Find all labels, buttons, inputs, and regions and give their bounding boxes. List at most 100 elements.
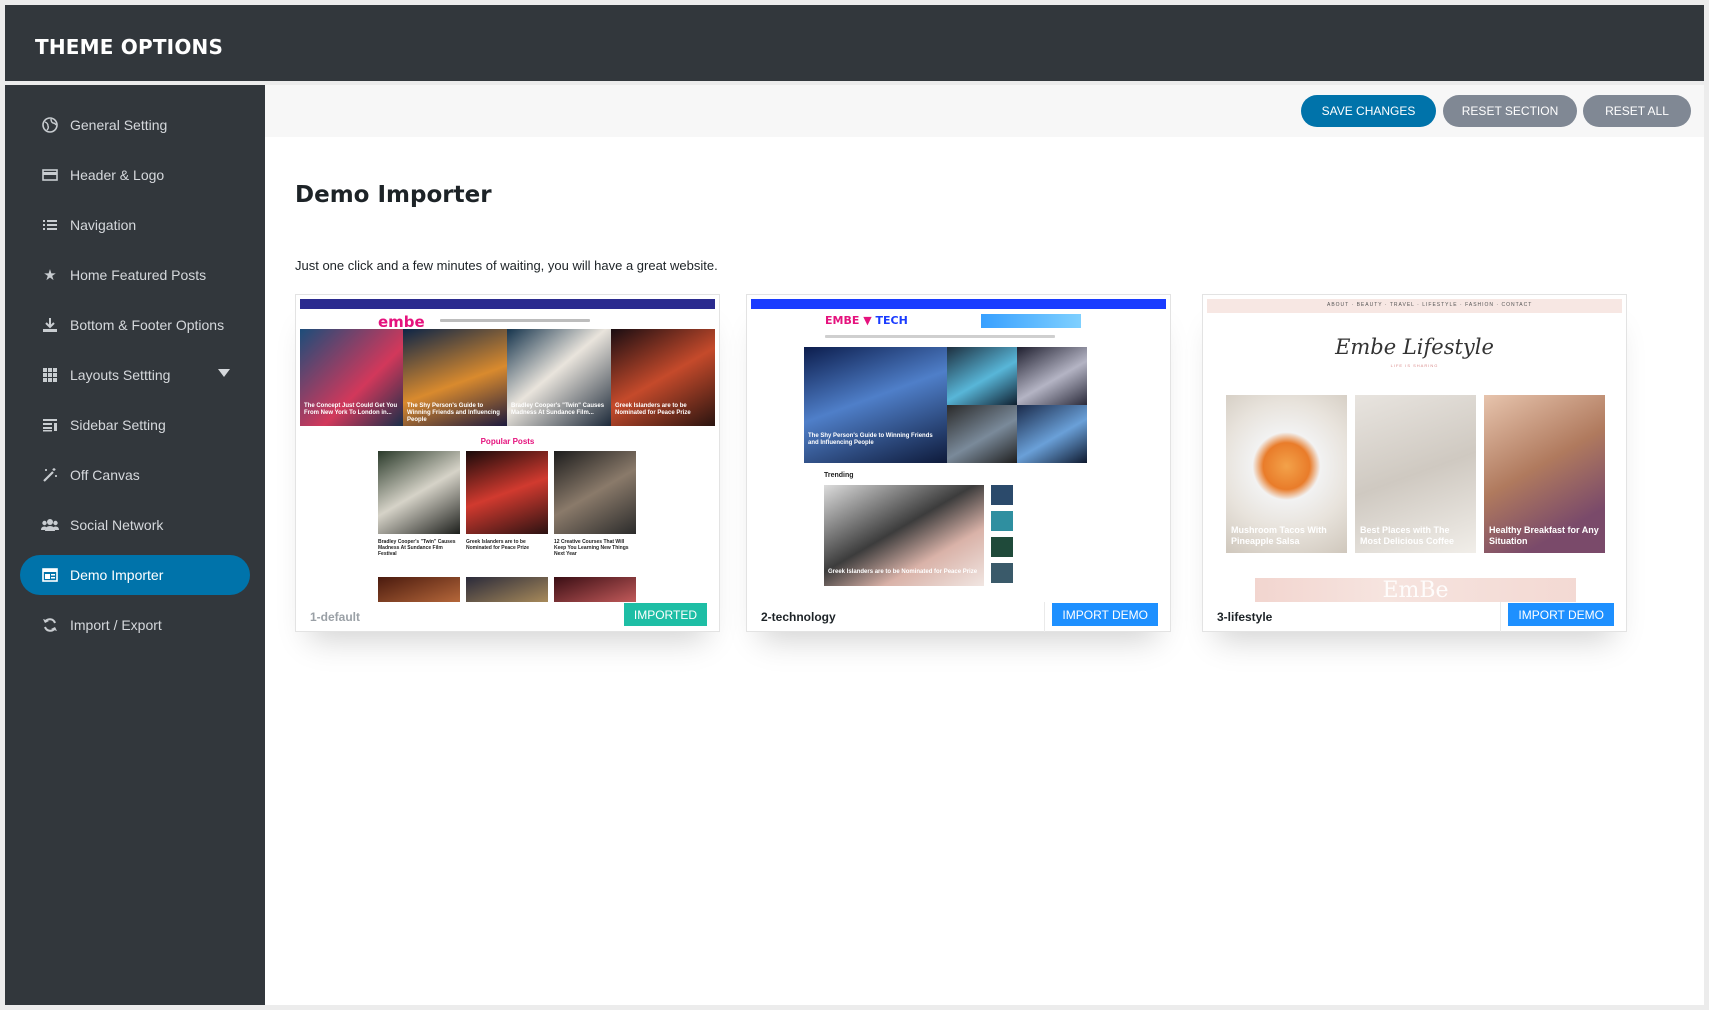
theme-options-header: THEME OPTIONS (5, 5, 1704, 81)
preview-post-6 (554, 577, 636, 602)
globe-icon (40, 116, 60, 134)
demo-card-default: embe The Concept Just Could Get You From… (295, 294, 720, 632)
sidebar-item-import-export[interactable]: Import / Export (20, 605, 250, 645)
demo-preview-technology[interactable]: EMBE ▼ TECH The Shy Person's Guide to Wi… (751, 299, 1166, 602)
caret-down-icon[interactable] (218, 369, 230, 377)
preview-post-caption-1: Mushroom Tacos With Pineapple Salsa (1231, 525, 1327, 546)
preview-hero-3 (1017, 347, 1087, 405)
sidebar-item-home-featured-posts[interactable]: ★ Home Featured Posts (20, 255, 250, 295)
preview-hero-2 (947, 347, 1017, 405)
preview-side-thumb-4 (991, 563, 1013, 583)
sidebar-item-label: Home Featured Posts (70, 267, 207, 283)
preview-ad-banner (981, 314, 1081, 328)
preview-side-thumb-3 (991, 537, 1013, 557)
sidebar-item-sidebar-setting[interactable]: Sidebar Setting (20, 405, 250, 445)
preview-hero-caption: The Shy Person's Guide to Winning Friend… (808, 433, 933, 446)
reset-all-button[interactable]: RESET ALL (1583, 95, 1691, 127)
preview-banner-text: EmBe (1382, 578, 1449, 602)
download-icon (40, 316, 60, 334)
demo-name: 3-lifestyle (1217, 610, 1273, 624)
preview-post-caption-2: Greek Islanders are to be Nominated for … (466, 539, 530, 551)
header-title: THEME OPTIONS (35, 35, 224, 59)
preview-hero-caption-2: The Shy Person's Guide to Winning Friend… (407, 403, 500, 423)
sidebar-item-label: Import / Export (70, 617, 162, 633)
preview-hero-4 (947, 405, 1017, 463)
grid-icon (40, 366, 60, 384)
sidebar-item-general-setting[interactable]: General Setting (20, 105, 250, 145)
preview-logo: Embe Lifestyle (1335, 335, 1494, 359)
window-icon (40, 566, 60, 584)
sidebar-item-header-logo[interactable]: Header & Logo (20, 155, 250, 195)
demo-card-footer: 3-lifestyle IMPORT DEMO (1203, 602, 1626, 632)
preview-section-heading: Popular Posts (480, 437, 535, 446)
preview-logo: EMBE ▼ TECH (825, 314, 908, 327)
imported-button[interactable]: IMPORTED (623, 603, 707, 626)
preview-section-heading: Trending (824, 472, 854, 479)
sidebar-item-off-canvas[interactable]: Off Canvas (20, 455, 250, 495)
preview-hero-5 (1017, 405, 1087, 463)
page-title: Demo Importer (295, 182, 492, 208)
sidebar-item-label: Off Canvas (70, 467, 140, 483)
preview-post-caption-3: 12 Creative Courses That Will Keep You L… (554, 539, 629, 557)
preview-hero-caption-4: Greek Islanders are to be Nominated for … (615, 403, 691, 416)
sidebar-item-label: Demo Importer (70, 567, 164, 583)
save-changes-button[interactable]: SAVE CHANGES (1301, 95, 1436, 127)
preview-post-caption-1: Bradley Cooper's "Twin" Causes Madness A… (378, 539, 456, 557)
sidebar-item-label: Header & Logo (70, 167, 165, 183)
preview-post-4 (378, 577, 460, 602)
refresh-icon (40, 616, 60, 634)
preview-side-thumb-1 (991, 485, 1013, 505)
preview-side-thumb-2 (991, 511, 1013, 531)
demo-card-footer: 1-default IMPORTED (296, 602, 719, 632)
magic-wand-icon (40, 466, 60, 484)
action-bar: SAVE CHANGES RESET SECTION RESET ALL (265, 85, 1704, 137)
sidebar-item-label: Layouts Settting (70, 367, 171, 383)
sidebar-item-social-network[interactable]: Social Network (20, 505, 250, 545)
demo-name: 1-default (310, 610, 361, 624)
header-card-icon (40, 166, 60, 184)
preview-post-2 (466, 451, 548, 534)
import-demo-button[interactable]: IMPORT DEMO (1052, 603, 1158, 626)
preview-post-5 (466, 577, 548, 602)
preview-topbar (751, 299, 1166, 309)
sidebar: General Setting Header & Logo Navigation… (5, 85, 265, 1005)
page-description: Just one click and a few minutes of wait… (295, 258, 718, 273)
import-demo-button[interactable]: IMPORT DEMO (1508, 603, 1614, 626)
preview-nav (440, 319, 590, 322)
demo-name: 2-technology (761, 610, 836, 624)
sidebar-icon (40, 416, 60, 434)
preview-tagline: LIFE IS SHARING (1390, 363, 1439, 368)
preview-post-3 (554, 451, 636, 534)
sidebar-item-label: Sidebar Setting (70, 417, 166, 433)
preview-post-caption-3: Healthy Breakfast for Any Situation (1489, 525, 1599, 546)
sidebar-item-label: Social Network (70, 517, 164, 533)
sidebar-item-navigation[interactable]: Navigation (20, 205, 250, 245)
footer-divider (1500, 602, 1501, 632)
preview-post-caption-2: Best Places with The Most Delicious Coff… (1360, 525, 1455, 546)
demo-card-technology: EMBE ▼ TECH The Shy Person's Guide to Wi… (746, 294, 1171, 632)
preview-nav: ABOUT · BEAUTY · TRAVEL · LIFESTYLE · FA… (1327, 302, 1533, 308)
sidebar-item-demo-importer[interactable]: Demo Importer (20, 555, 250, 595)
reset-section-button[interactable]: RESET SECTION (1443, 95, 1577, 127)
list-icon (40, 216, 60, 234)
preview-post-1 (378, 451, 460, 534)
preview-main-caption: Greek Islanders are to be Nominated for … (828, 569, 978, 575)
demo-preview-default[interactable]: embe The Concept Just Could Get You From… (300, 299, 715, 602)
preview-hero-caption-1: The Concept Just Could Get You From New … (304, 403, 398, 416)
main-content: SAVE CHANGES RESET SECTION RESET ALL Dem… (265, 85, 1704, 1005)
footer-divider (1044, 602, 1045, 632)
preview-nav (825, 335, 1055, 338)
star-icon: ★ (43, 267, 57, 284)
sidebar-item-label: General Setting (70, 117, 168, 133)
users-icon (40, 516, 60, 534)
demo-card-footer: 2-technology IMPORT DEMO (747, 602, 1170, 632)
preview-hero-caption-3: Bradley Cooper's "Twin" Causes Madness A… (511, 403, 605, 416)
sidebar-item-layouts-setting[interactable]: Layouts Settting (20, 355, 250, 395)
demo-card-lifestyle: ABOUT · BEAUTY · TRAVEL · LIFESTYLE · FA… (1202, 294, 1627, 632)
preview-topbar (300, 299, 715, 309)
preview-logo-mark: ▼ (863, 314, 872, 327)
sidebar-item-bottom-footer-options[interactable]: Bottom & Footer Options (20, 305, 250, 345)
demo-preview-lifestyle[interactable]: ABOUT · BEAUTY · TRAVEL · LIFESTYLE · FA… (1207, 299, 1622, 602)
sidebar-item-label: Navigation (70, 217, 137, 233)
sidebar-item-label: Bottom & Footer Options (70, 317, 225, 333)
